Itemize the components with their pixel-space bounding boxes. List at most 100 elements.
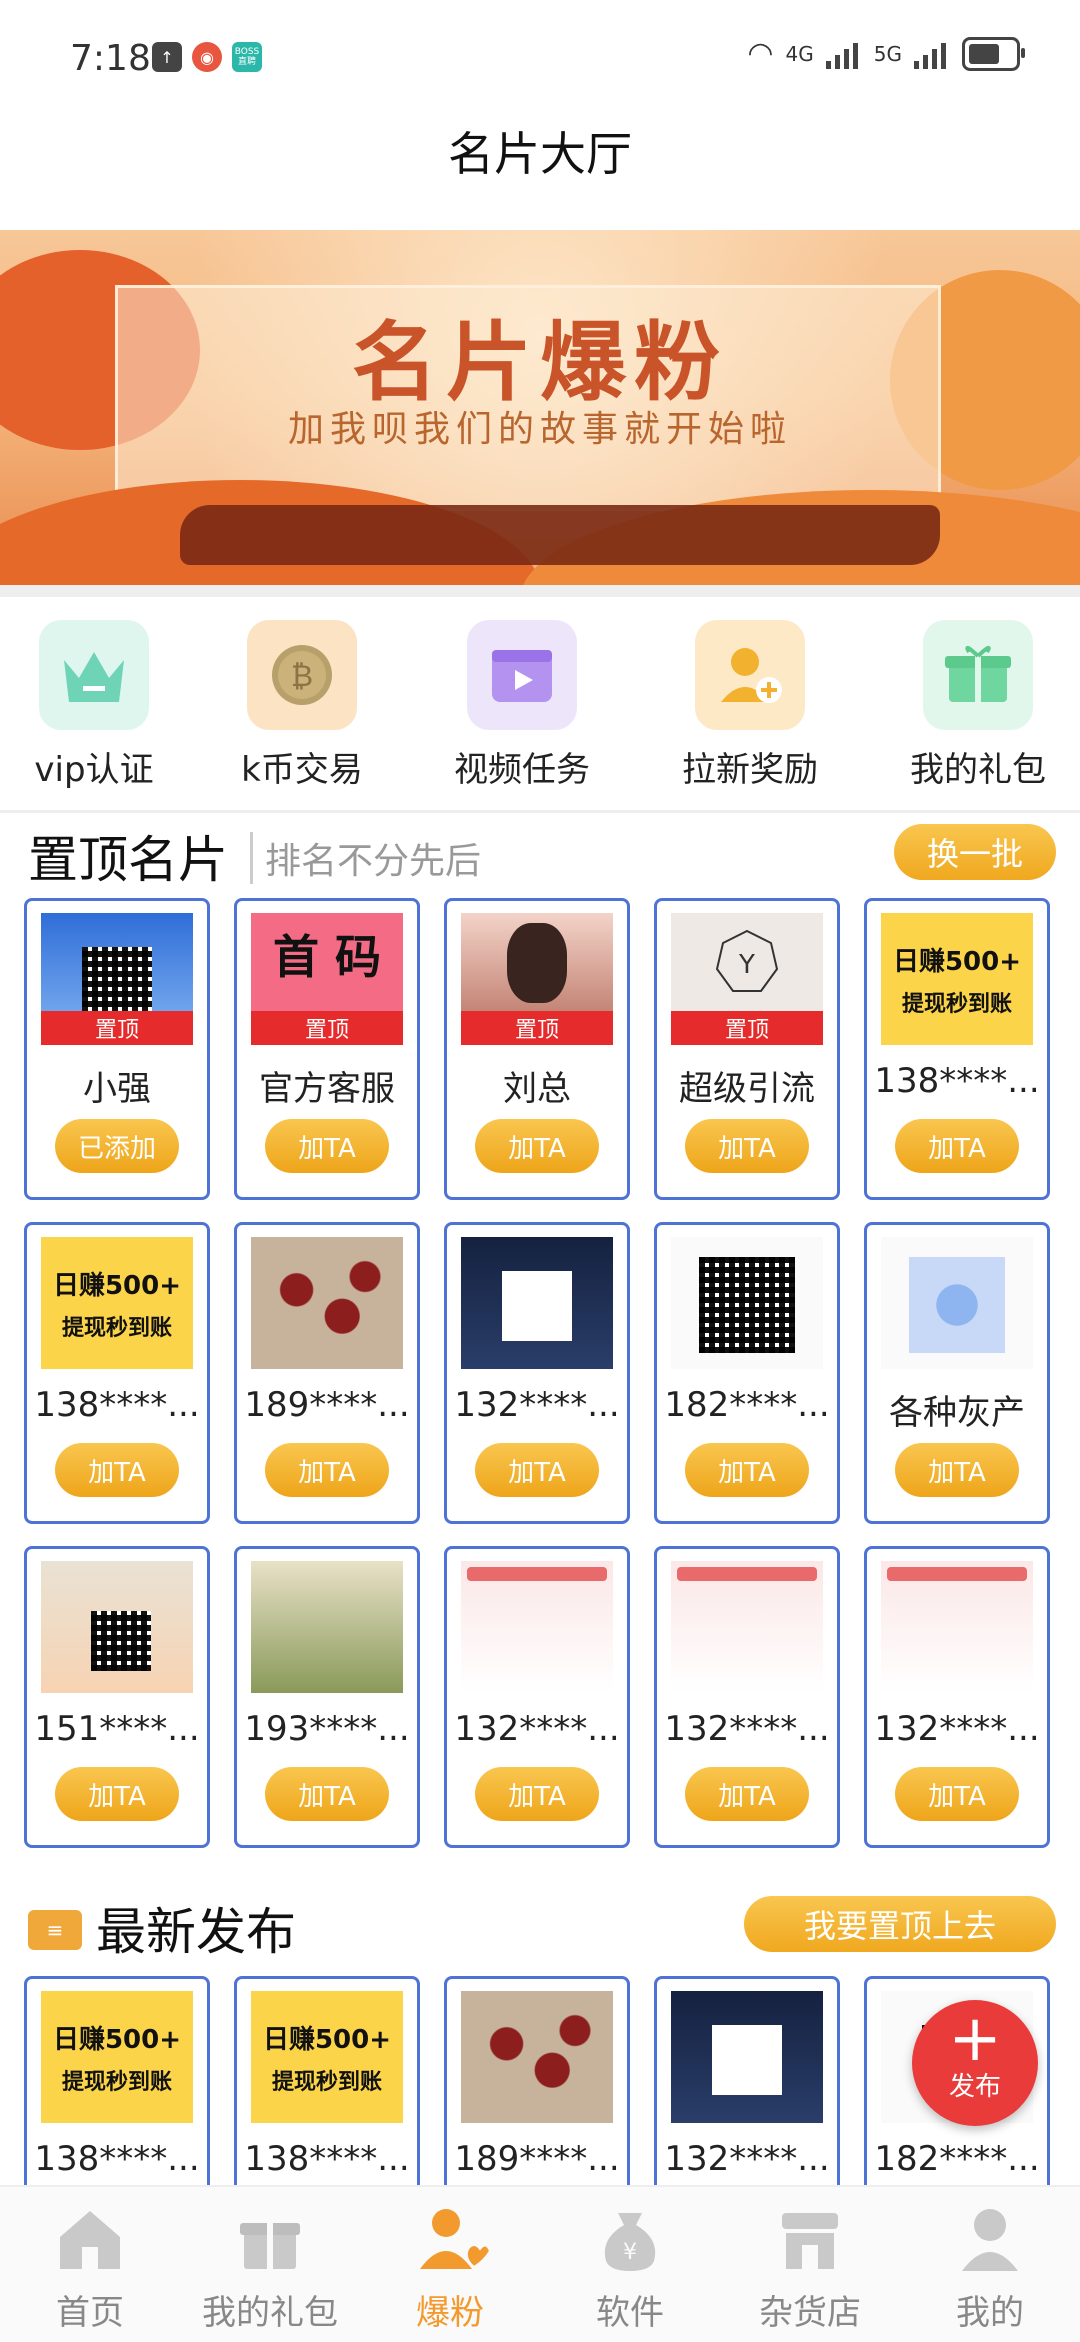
card-item[interactable]: 日赚500+ 提现秒到账 138****... bbox=[24, 1976, 210, 2212]
upload-icon: ↑ bbox=[152, 42, 182, 72]
card-avatar bbox=[671, 1991, 823, 2123]
card-avatar bbox=[671, 1237, 823, 1369]
quick-action-kcoin[interactable]: ₿ k币交易 bbox=[202, 620, 402, 791]
publish-fab-button[interactable]: + 发布 bbox=[912, 2000, 1038, 2126]
add-ta-button[interactable]: 加TA bbox=[685, 1119, 809, 1173]
card-avatar bbox=[671, 1561, 823, 1693]
refresh-batch-button[interactable]: 换一批 bbox=[894, 824, 1056, 880]
card-avatar: 日赚500+ 提现秒到账 bbox=[41, 1237, 193, 1369]
quick-action-label: k币交易 bbox=[241, 750, 363, 790]
add-ta-button[interactable]: 加TA bbox=[475, 1767, 599, 1821]
card-item[interactable]: 置顶 小强 已添加 bbox=[24, 898, 210, 1200]
card-name: 132****... bbox=[454, 1709, 620, 1749]
nav-item-store[interactable]: 杂货店 bbox=[720, 2199, 900, 2334]
add-ta-button[interactable]: 加TA bbox=[475, 1443, 599, 1497]
card-item[interactable]: 151****... 加TA bbox=[24, 1546, 210, 1848]
card-item[interactable]: 日赚500+ 提现秒到账 138****... bbox=[234, 1976, 420, 2212]
quick-action-label: 拉新奖励 bbox=[682, 750, 818, 790]
card-item[interactable]: 189****... bbox=[444, 1976, 630, 2212]
card-item[interactable]: 132****... 加TA bbox=[444, 1546, 630, 1848]
card-avatar: 日赚500+ 提现秒到账 bbox=[881, 913, 1033, 1045]
status-icons: ◠ 4G 5G bbox=[747, 36, 1025, 71]
add-ta-button[interactable]: 加TA bbox=[475, 1119, 599, 1173]
promo-line-2: 提现秒到账 bbox=[271, 2069, 382, 2095]
fans-icon bbox=[410, 2199, 492, 2279]
card-avatar bbox=[461, 1237, 613, 1369]
add-ta-button[interactable]: 加TA bbox=[895, 1767, 1019, 1821]
card-avatar bbox=[251, 1561, 403, 1693]
add-ta-button[interactable]: 加TA bbox=[685, 1443, 809, 1497]
card-name: 132****... bbox=[664, 1709, 830, 1749]
banner-subtitle: 加我呗我们的故事就开始啦 bbox=[287, 409, 792, 450]
add-ta-button[interactable]: 加TA bbox=[265, 1767, 389, 1821]
boss-app-icon: BOSS直聘 bbox=[232, 42, 262, 72]
card-item[interactable]: 132****... 加TA bbox=[864, 1546, 1050, 1848]
svg-text:Y: Y bbox=[738, 950, 755, 980]
home-icon bbox=[50, 2199, 130, 2279]
publish-label: 发布 bbox=[948, 2072, 1001, 2102]
qr-code-icon bbox=[91, 1611, 151, 1671]
card-name: 138****... bbox=[34, 2139, 200, 2179]
card-item[interactable]: Y 置顶 超级引流 加TA bbox=[654, 898, 840, 1200]
add-ta-button[interactable]: 加TA bbox=[55, 1443, 179, 1497]
card-avatar: 置顶 bbox=[41, 913, 193, 1045]
quick-action-vip[interactable]: vip认证 bbox=[0, 620, 194, 791]
card-name: 138****... bbox=[244, 2139, 410, 2179]
quick-action-video[interactable]: 视频任务 bbox=[422, 620, 622, 791]
coin-icon: ₿ bbox=[247, 620, 357, 730]
added-button[interactable]: 已添加 bbox=[55, 1119, 179, 1173]
card-item[interactable]: 132****... bbox=[654, 1976, 840, 2212]
user-icon bbox=[950, 2199, 1030, 2279]
card-name: 182****... bbox=[664, 1385, 830, 1425]
card-item[interactable]: 132****... 加TA bbox=[444, 1222, 630, 1524]
nav-item-fans[interactable]: 爆粉 bbox=[360, 2199, 540, 2334]
card-name: 刘总 bbox=[503, 1069, 571, 1109]
nav-item-me[interactable]: 我的 bbox=[900, 2199, 1080, 2334]
promo-banner[interactable]: 名片爆粉 加我呗我们的故事就开始啦 bbox=[0, 230, 1080, 585]
card-item[interactable]: 日赚500+ 提现秒到账 138****... 加TA bbox=[864, 898, 1050, 1200]
add-ta-button[interactable]: 加TA bbox=[265, 1119, 389, 1173]
nav-label: 我的礼包 bbox=[202, 2293, 338, 2333]
network-label-5g: 5G bbox=[873, 41, 902, 66]
card-avatar bbox=[461, 1561, 613, 1693]
card-name: 151****... bbox=[34, 1709, 200, 1749]
card-item[interactable]: 首 码置顶 官方客服 加TA bbox=[234, 898, 420, 1200]
add-ta-button[interactable]: 加TA bbox=[895, 1443, 1019, 1497]
promo-line-1: 日赚500+ bbox=[52, 2024, 182, 2055]
card-item[interactable]: 182****... 加TA bbox=[654, 1222, 840, 1524]
gift-icon bbox=[230, 2199, 310, 2279]
pinned-tag: 置顶 bbox=[461, 1011, 613, 1045]
add-ta-button[interactable]: 加TA bbox=[55, 1767, 179, 1821]
nav-item-home[interactable]: 首页 bbox=[0, 2199, 180, 2334]
pinned-section-subtitle: 排名不分先后 bbox=[250, 832, 481, 884]
status-bar: 7:18 ↑ ◉ BOSS直聘 ◠ 4G 5G bbox=[0, 0, 1080, 120]
quick-action-label: vip认证 bbox=[34, 750, 154, 790]
promote-to-top-button[interactable]: 我要置顶上去 bbox=[744, 1896, 1056, 1952]
card-item[interactable]: 189****... 加TA bbox=[234, 1222, 420, 1524]
nav-item-software[interactable]: ¥ 软件 bbox=[540, 2199, 720, 2334]
card-name: 官方客服 bbox=[259, 1069, 395, 1109]
quick-action-gift[interactable]: 我的礼包 bbox=[878, 620, 1078, 791]
add-ta-button[interactable]: 加TA bbox=[265, 1443, 389, 1497]
nav-item-gifts[interactable]: 我的礼包 bbox=[180, 2199, 360, 2334]
card-item[interactable]: 日赚500+ 提现秒到账 138****... 加TA bbox=[24, 1222, 210, 1524]
promo-line-1: 日赚500+ bbox=[52, 1270, 182, 1301]
card-item[interactable]: 置顶 刘总 加TA bbox=[444, 898, 630, 1200]
app-notification-icon: ◉ bbox=[192, 42, 222, 72]
card-name: 132****... bbox=[454, 1385, 620, 1425]
pinned-tag: 置顶 bbox=[41, 1011, 193, 1045]
pinned-section-title: 置顶名片 bbox=[28, 831, 228, 889]
qr-code-icon bbox=[909, 1257, 1005, 1353]
card-avatar bbox=[881, 1237, 1033, 1369]
add-ta-button[interactable]: 加TA bbox=[685, 1767, 809, 1821]
card-item[interactable]: 132****... 加TA bbox=[654, 1546, 840, 1848]
promo-line-2: 提现秒到账 bbox=[901, 991, 1012, 1017]
promo-line-1: 日赚500+ bbox=[892, 946, 1022, 977]
quick-action-referral[interactable]: 拉新奖励 bbox=[650, 620, 850, 791]
card-item[interactable]: 193****... 加TA bbox=[234, 1546, 420, 1848]
add-ta-button[interactable]: 加TA bbox=[895, 1119, 1019, 1173]
promo-line-2: 提现秒到账 bbox=[61, 2069, 172, 2095]
card-name: 138****... bbox=[874, 1061, 1040, 1101]
card-name: 132****... bbox=[874, 1709, 1040, 1749]
card-item[interactable]: 各种灰产 加TA bbox=[864, 1222, 1050, 1524]
